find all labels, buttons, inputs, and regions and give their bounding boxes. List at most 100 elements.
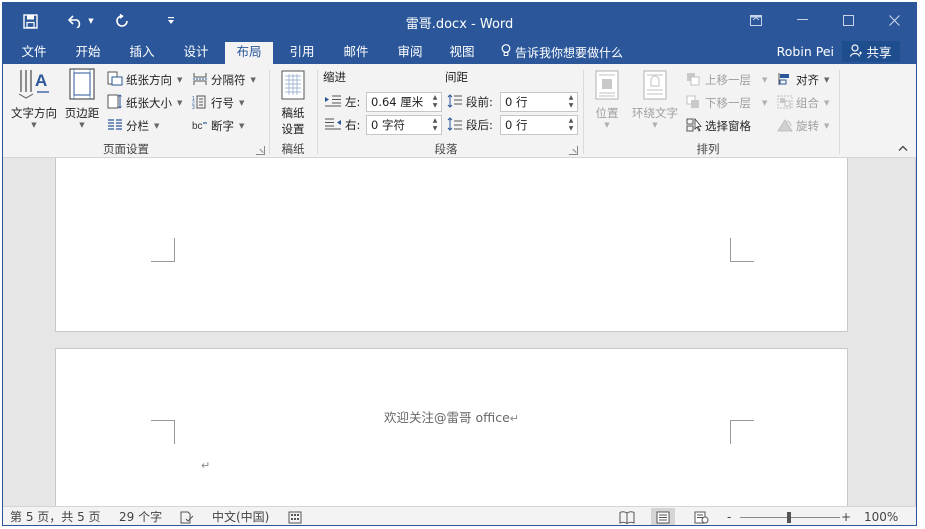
indent-right-value: 0 字符 — [371, 118, 405, 132]
ribbon-layout: A 文字方向 ▼ 页边距 ▼ 纸张方向▼ 纸张大小▼ 分栏▼ 分隔符▼ — [3, 64, 916, 158]
breaks-label: 分隔符 — [211, 73, 246, 87]
margins-button[interactable]: 页边距 ▼ — [61, 68, 103, 129]
breaks-button[interactable]: 分隔符 ▼ — [192, 70, 256, 90]
proofing-icon[interactable] — [180, 509, 194, 525]
close-icon[interactable] — [879, 9, 909, 31]
wrap-text-button[interactable]: 环绕文字 ▼ — [627, 70, 683, 129]
manuscript-settings-button[interactable]: 稿纸 设置 — [275, 70, 311, 137]
tell-me-text: 告诉我你想要做什么 — [515, 46, 624, 60]
manuscript-icon — [275, 70, 311, 103]
send-backward-button[interactable]: 下移一层 ▼ — [686, 93, 767, 113]
spacing-after-input[interactable]: 0 行 ▲ ▼ — [500, 115, 578, 135]
page-info[interactable]: 第 5 页，共 5 页 — [10, 509, 101, 525]
rotate-label: 旋转 — [796, 119, 819, 133]
spacing-after-label: 段后: — [466, 118, 493, 132]
share-button[interactable]: 共享 — [842, 41, 900, 62]
position-button[interactable]: 位置 ▼ — [589, 70, 625, 129]
breaks-icon — [192, 72, 208, 89]
title-bar: ▼ 雷哥.docx - Word — [3, 3, 916, 39]
spin-arrows-icon[interactable]: ▲ ▼ — [429, 93, 441, 111]
minimize-icon[interactable] — [787, 9, 817, 31]
line-numbers-button[interactable]: 123 行号 ▼ — [192, 93, 244, 113]
page-4[interactable] — [55, 158, 848, 332]
print-layout-icon[interactable] — [651, 508, 675, 525]
spin-arrows-icon[interactable]: ▲ ▼ — [565, 93, 577, 111]
tab-references[interactable]: 引用 — [279, 42, 325, 64]
paragraph-mark: ↵ — [509, 412, 519, 425]
tab-view[interactable]: 视图 — [439, 42, 485, 64]
text-direction-label: 文字方向 — [11, 106, 57, 120]
orientation-icon — [107, 71, 123, 89]
text-direction-icon: A — [7, 68, 61, 103]
hyphenation-icon: bc — [192, 118, 208, 135]
columns-button[interactable]: 分栏 ▼ — [107, 116, 159, 136]
send-backward-icon — [686, 95, 702, 112]
arrange-group-label: 排列 — [696, 142, 720, 156]
bring-forward-button[interactable]: 上移一层 ▼ — [686, 70, 767, 90]
paragraph-mark: ↵ — [201, 459, 211, 472]
tab-design[interactable]: 设计 — [173, 42, 219, 64]
spacing-before-input[interactable]: 0 行 ▲ ▼ — [500, 92, 578, 112]
word-count[interactable]: 29 个字 — [119, 509, 162, 525]
selection-pane-label: 选择窗格 — [705, 119, 751, 133]
spacing-before-label-wrap: 段前: — [447, 92, 493, 112]
tab-review[interactable]: 审阅 — [387, 42, 433, 64]
spin-arrows-icon[interactable]: ▲ ▼ — [565, 116, 577, 134]
align-label: 对齐 — [796, 73, 819, 87]
selection-pane-button[interactable]: 选择窗格 — [686, 116, 751, 136]
rotate-button[interactable]: 旋转 ▼ — [777, 116, 829, 136]
align-icon — [777, 72, 793, 89]
page-5[interactable]: 欢迎关注@雷哥 office↵ ↵ — [55, 348, 848, 506]
macro-record-icon[interactable] — [288, 509, 302, 525]
status-bar: 第 5 页，共 5 页 29 个字 中文(中国) - + 100% — [3, 506, 916, 525]
tab-mailings[interactable]: 邮件 — [333, 42, 379, 64]
align-button[interactable]: 对齐 ▼ — [777, 70, 829, 90]
spacing-before-icon — [447, 93, 463, 111]
group-separator — [839, 70, 840, 154]
maximize-icon[interactable] — [833, 9, 863, 31]
bring-forward-label: 上移一层 — [705, 73, 751, 87]
indent-right-input[interactable]: 0 字符 ▲ ▼ — [366, 115, 442, 135]
hyphenation-label: 断字 — [211, 119, 234, 133]
orientation-button[interactable]: 纸张方向 ▼ — [107, 70, 182, 90]
collapse-ribbon-icon[interactable] — [898, 143, 908, 154]
manuscript-group-label: 稿纸 — [281, 142, 305, 156]
ribbon-display-options-icon[interactable] — [741, 9, 771, 31]
spin-arrows-icon[interactable]: ▲ ▼ — [429, 116, 441, 134]
user-name[interactable]: Robin Pei — [777, 42, 834, 64]
svg-text:3: 3 — [192, 105, 195, 109]
tab-file[interactable]: 文件 — [11, 42, 57, 64]
spacing-before-value: 0 行 — [505, 95, 528, 109]
text-direction-button[interactable]: A 文字方向 ▼ — [7, 68, 61, 129]
zoom-out-button[interactable]: - — [727, 509, 731, 525]
size-button[interactable]: 纸张大小 ▼ — [107, 93, 182, 113]
indent-left-icon — [324, 95, 342, 110]
indent-left-label-wrap: 左: — [324, 92, 360, 112]
zoom-level[interactable]: 100% — [864, 509, 898, 525]
scrollbar-edge — [915, 158, 916, 506]
read-mode-icon[interactable] — [615, 508, 639, 525]
page-setup-group-label: 页面设置 — [103, 142, 149, 156]
margin-marker — [151, 420, 175, 444]
group-icon — [777, 95, 793, 112]
tab-layout[interactable]: 布局 — [225, 42, 273, 64]
group-button[interactable]: 组合 ▼ — [777, 93, 829, 113]
indent-left-input[interactable]: 0.64 厘米 ▲ ▼ — [366, 92, 442, 112]
hyphenation-button[interactable]: bc 断字 ▼ — [192, 116, 244, 136]
web-layout-icon[interactable] — [689, 508, 713, 525]
indent-left-value: 0.64 厘米 — [371, 95, 424, 109]
spacing-after-label-wrap: 段后: — [447, 115, 493, 135]
word-window: ▼ 雷哥.docx - Word 文件 开始 插入 设计 布局 引用 邮件 审阅… — [2, 2, 917, 526]
manuscript-label-2: 设置 — [281, 122, 305, 136]
tell-me-box[interactable]: 告诉我你想要做什么 — [501, 42, 623, 64]
paragraph-launcher-icon[interactable] — [569, 146, 578, 155]
tab-home[interactable]: 开始 — [65, 42, 111, 64]
language[interactable]: 中文(中国) — [212, 509, 269, 525]
document-area[interactable]: 欢迎关注@雷哥 office↵ ↵ — [3, 158, 916, 506]
indent-right-icon — [324, 118, 342, 133]
tab-insert[interactable]: 插入 — [119, 42, 165, 64]
page-setup-launcher-icon[interactable] — [256, 146, 265, 155]
zoom-in-button[interactable]: + — [841, 509, 851, 525]
zoom-slider-thumb[interactable] — [787, 512, 791, 523]
ribbon-tabs: 文件 开始 插入 设计 布局 引用 邮件 审阅 视图 告诉我你想要做什么 Rob… — [3, 39, 916, 64]
